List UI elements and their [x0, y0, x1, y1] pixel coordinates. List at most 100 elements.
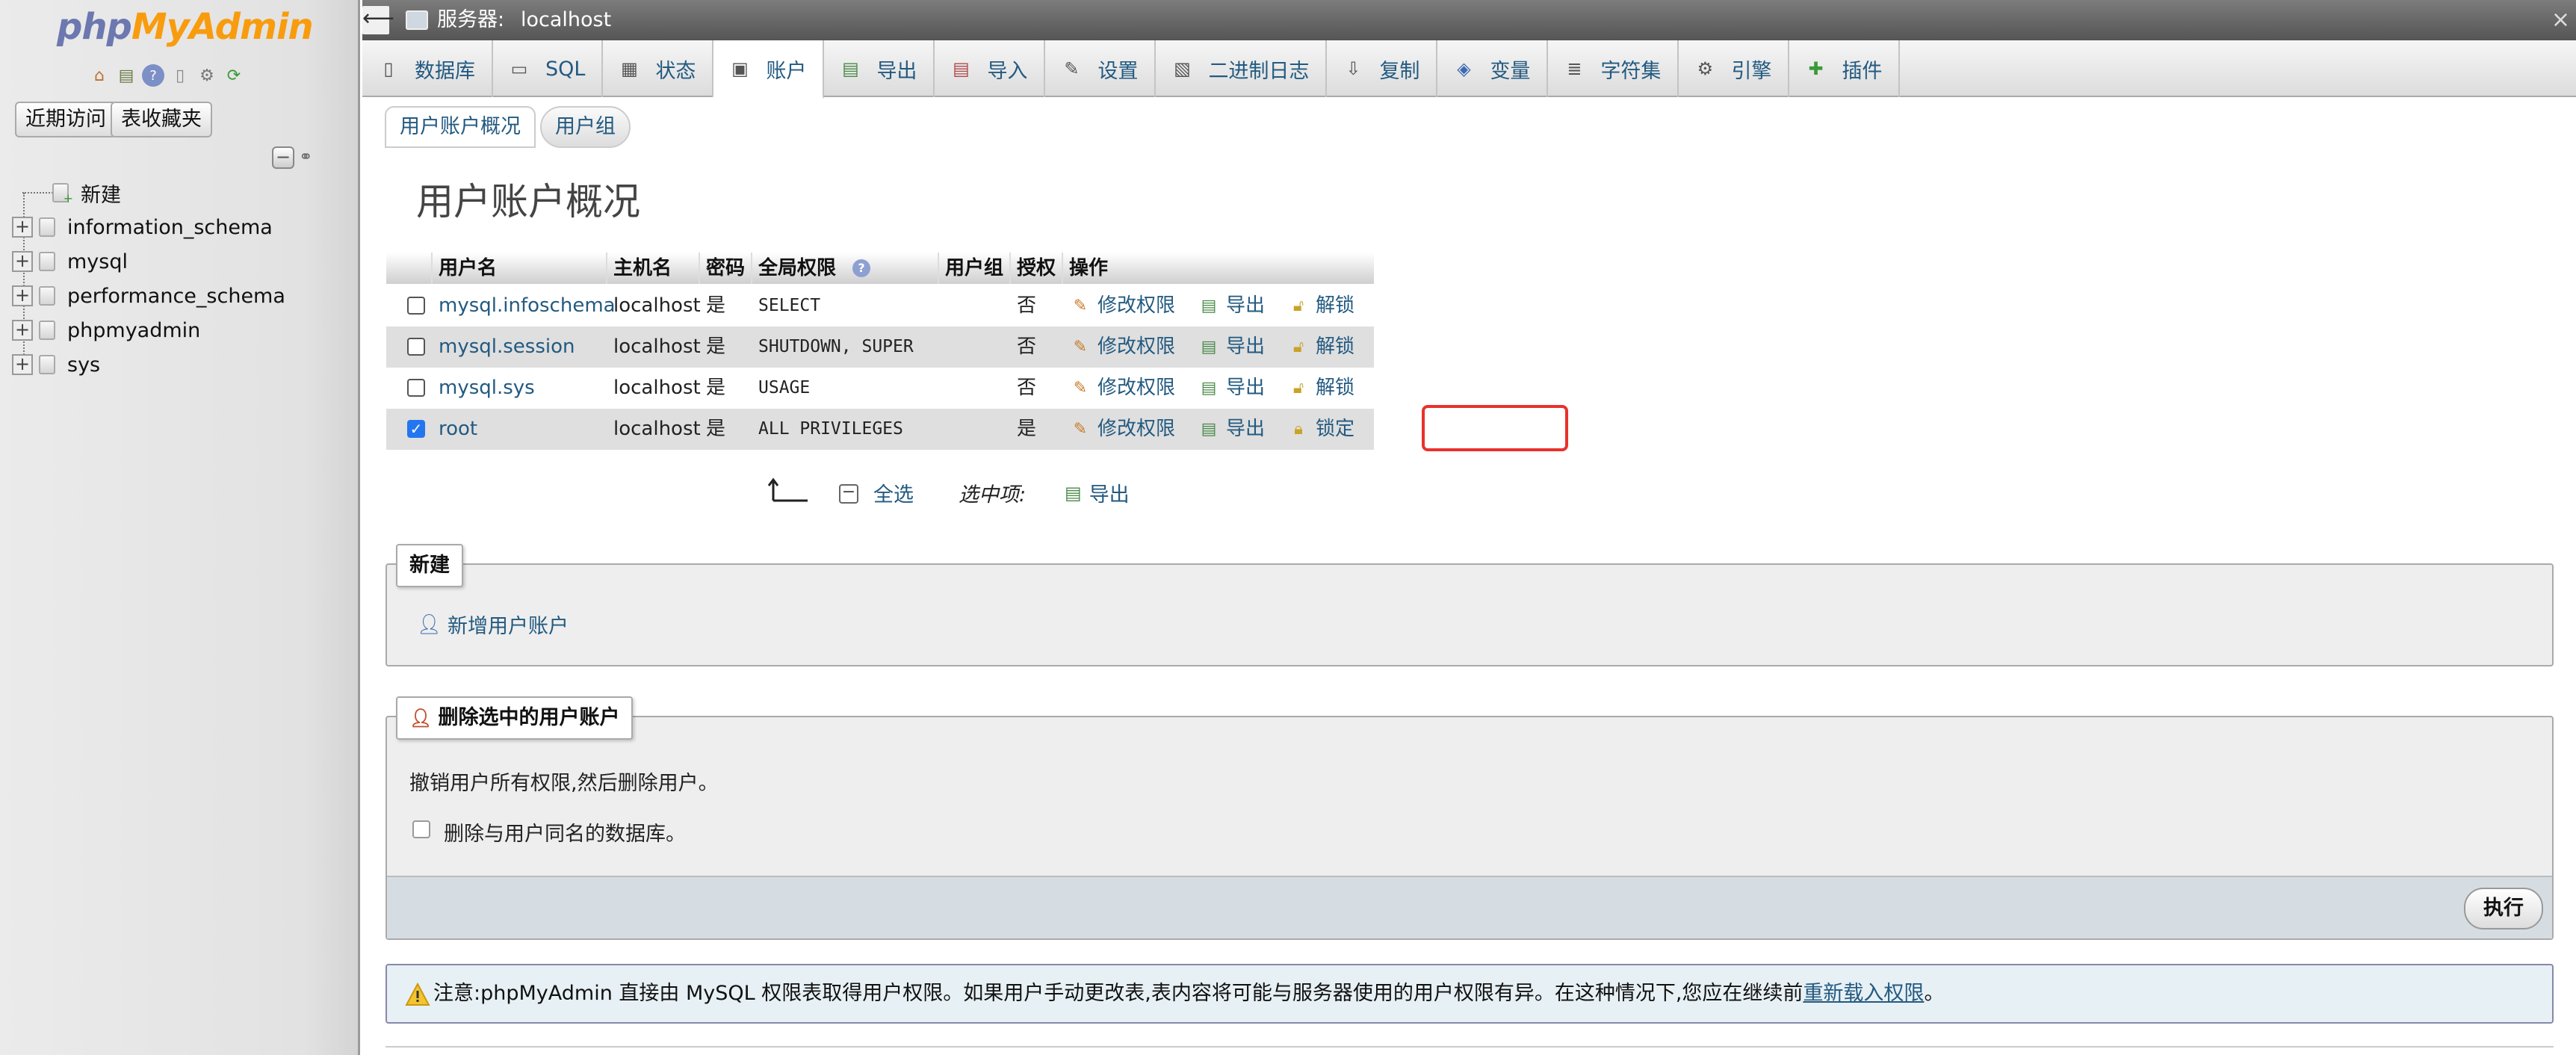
action-label: 导出 — [1226, 418, 1266, 440]
row-checkbox[interactable] — [407, 338, 425, 356]
tab-export[interactable]: ▤ 导出 — [824, 40, 935, 97]
privileges-cell: ALL PRIVILEGES — [758, 419, 903, 439]
edit-privileges-link[interactable]: ✎ 修改权限 — [1063, 368, 1192, 409]
go-button[interactable]: 执行 — [2464, 888, 2543, 929]
favorite-tables-button[interactable]: 表收藏夹 — [111, 102, 212, 137]
username-cell[interactable]: mysql.sys — [433, 368, 607, 409]
edit-privileges-link[interactable]: ✎ 修改权限 — [1063, 285, 1192, 327]
subtab-user-groups[interactable]: 用户组 — [540, 106, 631, 148]
row-checkbox[interactable] — [407, 297, 425, 315]
tab-binary-log[interactable]: ▧ 二进制日志 — [1156, 40, 1328, 97]
privileges-cell: SELECT — [758, 296, 821, 315]
new-database-icon: + — [52, 183, 73, 205]
help-icon[interactable]: ? — [852, 259, 871, 277]
host-cell: localhost — [613, 294, 701, 317]
tree-item-phpmyadmin[interactable]: + phpmyadmin — [12, 314, 356, 347]
reload-icon[interactable]: ⟳ — [223, 64, 245, 87]
edit-privileges-link[interactable]: ✎ 修改权限 — [1063, 327, 1192, 368]
add-user-label: 新增用户账户 — [448, 615, 569, 638]
settings-icon[interactable]: ⚙ — [196, 64, 218, 87]
expand-icon[interactable]: + — [12, 354, 33, 375]
export-selected-button[interactable]: ▤ 导出 — [1065, 478, 1130, 507]
home-icon[interactable]: ⌂ — [88, 64, 111, 87]
import-icon: ▤ — [953, 58, 970, 79]
expand-icon[interactable]: + — [12, 285, 33, 306]
tab-replication[interactable]: ⇩ 复制 — [1327, 40, 1438, 97]
reload-privileges-link[interactable]: 重新载入权限 — [1803, 982, 1924, 1005]
tab-accounts[interactable]: ▣ 账户 — [713, 40, 825, 99]
column-header-grant: 授权 — [1011, 253, 1063, 284]
tree-item-information-schema[interactable]: + information_schema — [12, 211, 356, 244]
edit-privileges-icon: ✎ — [1073, 419, 1088, 439]
server-name-link[interactable]: localhost — [521, 0, 611, 40]
action-label: 修改权限 — [1097, 377, 1176, 399]
tree-item-sys[interactable]: + sys — [12, 348, 356, 381]
tab-sql[interactable]: ▭ SQL — [493, 40, 604, 97]
row-checkbox[interactable] — [407, 379, 425, 397]
database-icon — [39, 217, 55, 237]
tree-item-label: phpmyadmin — [67, 318, 201, 342]
sql-icon: ▭ — [510, 58, 528, 79]
grant-cell: 否 — [1017, 377, 1037, 399]
unlock-user-link[interactable]: 🔓︎ 解锁 — [1281, 285, 1374, 327]
password-cell: 是 — [706, 335, 726, 358]
username-cell[interactable]: mysql.infoschema — [433, 285, 616, 327]
column-header-user-group: 用户组 — [939, 253, 1011, 284]
username-cell[interactable]: mysql.session — [433, 327, 607, 368]
expand-icon[interactable]: + — [12, 320, 33, 341]
unlock-user-link[interactable]: 🔓︎ 解锁 — [1281, 327, 1374, 368]
tab-charsets[interactable]: ≣ 字符集 — [1548, 40, 1679, 97]
lock-user-link[interactable]: 🔒︎ 锁定 — [1281, 409, 1374, 450]
tab-engines[interactable]: ⚙ 引擎 — [1679, 40, 1790, 97]
subtab-user-accounts-overview[interactable]: 用户账户概况 — [385, 106, 536, 148]
new-fieldset-legend: 新建 — [396, 544, 463, 587]
back-arrow-icon[interactable]: ⟵ — [362, 6, 394, 34]
username-cell[interactable]: root — [433, 409, 607, 450]
engine-icon: ⚙ — [1697, 58, 1714, 79]
host-cell: localhost — [613, 377, 701, 399]
action-label: 解锁 — [1316, 335, 1355, 358]
password-cell: 是 — [706, 377, 726, 399]
tab-variables[interactable]: ◈ 变量 — [1437, 40, 1549, 97]
export-user-link[interactable]: ▤ 导出 — [1192, 327, 1281, 368]
close-icon[interactable]: × — [2551, 0, 2570, 40]
export-user-link[interactable]: ▤ 导出 — [1192, 409, 1281, 450]
tree-item-performance-schema[interactable]: + performance_schema — [12, 279, 356, 312]
docs-icon[interactable]: ▯ — [169, 64, 191, 87]
recent-tables-button[interactable]: 近期访问 — [15, 102, 117, 137]
edit-privileges-link-root[interactable]: ✎ 修改权限 — [1063, 409, 1192, 450]
select-all-icon[interactable]: − — [839, 484, 858, 504]
drop-database-label[interactable]: 删除与用户同名的数据库。 — [444, 817, 686, 847]
tab-settings[interactable]: ✎ 设置 — [1045, 40, 1157, 97]
row-select-cell — [386, 368, 433, 409]
expand-icon[interactable]: + — [12, 251, 33, 272]
column-header-username[interactable]: 用户名 — [433, 253, 607, 284]
row-select-cell: ✓ — [386, 409, 433, 450]
tab-status[interactable]: ▦ 状态 — [603, 40, 714, 97]
phpmyadmin-logo[interactable]: phpMyAdmin — [57, 6, 314, 48]
tree-item-mysql[interactable]: + mysql — [12, 245, 356, 278]
expand-icon[interactable]: + — [12, 217, 33, 238]
row-checkbox-checked[interactable]: ✓ — [407, 420, 425, 438]
tab-databases[interactable]: ▯ 数据库 — [362, 40, 493, 97]
column-header-host[interactable]: 主机名 — [607, 253, 700, 284]
add-user-account-link[interactable]: 👤︎ 新增用户账户 — [417, 610, 569, 639]
export-user-link[interactable]: ▤ 导出 — [1192, 285, 1281, 327]
user-group-cell — [939, 409, 1011, 450]
tab-label: 插件 — [1842, 59, 1883, 83]
logout-icon[interactable]: ▤ — [115, 64, 137, 87]
help-icon[interactable]: ? — [142, 64, 164, 87]
collapse-all-icon[interactable]: − — [272, 146, 294, 169]
select-all-link[interactable]: 全选 — [873, 478, 914, 507]
unlock-user-link[interactable]: 🔓︎ 解锁 — [1281, 368, 1374, 409]
drop-database-checkbox[interactable] — [412, 820, 430, 838]
tree-item-label: mysql — [67, 250, 128, 273]
tree-item-new[interactable]: + 新建 — [12, 176, 356, 209]
legend-label: 删除选中的用户账户 — [438, 706, 620, 729]
tab-plugins[interactable]: ✚ 插件 — [1789, 40, 1901, 97]
notice-message: 注意:phpMyAdmin 直接由 MySQL 权限表取得用户权限。如果用户手动… — [386, 964, 2554, 1024]
unlock-icon: 🔓︎ — [1292, 337, 1304, 356]
tab-import[interactable]: ▤ 导入 — [935, 40, 1046, 97]
link-with-main-icon[interactable]: ⚭ — [299, 149, 323, 166]
export-user-link[interactable]: ▤ 导出 — [1192, 368, 1281, 409]
